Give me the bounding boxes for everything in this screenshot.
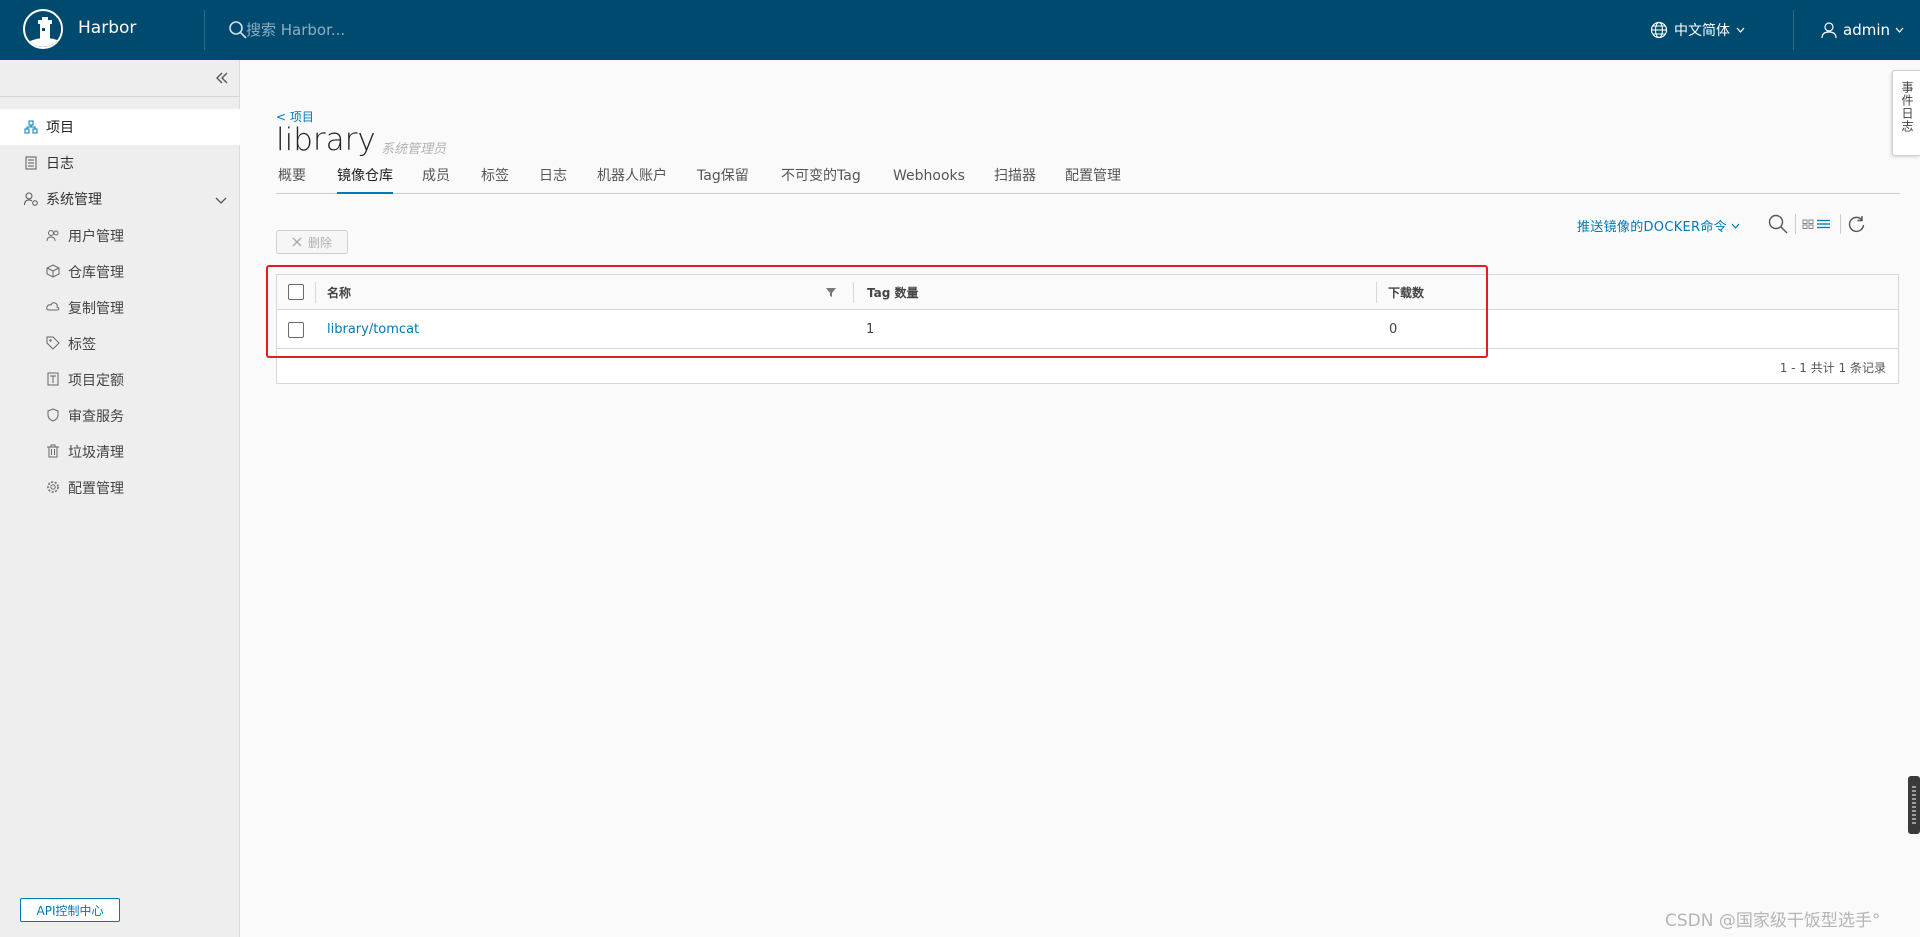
- sidebar-item-registries[interactable]: 仓库管理: [0, 253, 240, 289]
- sidebar-item-project-quotas[interactable]: 项目定额: [0, 361, 240, 397]
- sidebar-item-configuration[interactable]: 配置管理: [0, 469, 240, 505]
- delete-label: 删除: [307, 235, 332, 250]
- event-log-label: 事件日志: [1900, 81, 1914, 133]
- watermark: CSDN @国家级干饭型选手°: [1665, 911, 1881, 931]
- sidebar-item-label: 项目定额: [68, 373, 124, 389]
- sidebar-item-replication[interactable]: 复制管理: [0, 289, 240, 325]
- push-command-dropdown[interactable]: 推送镜像的DOCKER命令: [1577, 216, 1740, 235]
- sidebar-item-projects[interactable]: 项目: [0, 109, 240, 145]
- top-header: Harbor 中文简体 admin: [0, 0, 1920, 60]
- registries-icon: [46, 264, 60, 278]
- system-admin-icon: [24, 192, 38, 206]
- gear-icon: [46, 480, 60, 494]
- trash-icon: [46, 444, 60, 458]
- globe-icon: [1650, 21, 1668, 39]
- users-icon: [46, 228, 60, 242]
- highlight-annotation: [266, 265, 1488, 358]
- role-label: 系统管理员: [381, 142, 447, 157]
- chevron-down-icon: [1731, 223, 1740, 229]
- sidebar-item-garbage-collection[interactable]: 垃圾清理: [0, 433, 240, 469]
- sidebar-item-label: 标签: [68, 337, 96, 353]
- tag-icon: [46, 336, 60, 350]
- push-command-label: 推送镜像的DOCKER命令: [1577, 220, 1727, 235]
- sidebar-item-label: 垃圾清理: [68, 445, 124, 461]
- sidebar: 项目 日志 系统管理 用户管理 仓库管理 复制管理 标签 项目定额 审查服务 垃…: [0, 60, 240, 937]
- language-label: 中文简体: [1674, 23, 1730, 39]
- api-explorer-button[interactable]: API控制中心: [20, 898, 120, 922]
- refresh-icon[interactable]: [1846, 213, 1868, 235]
- delete-button[interactable]: 删除: [276, 230, 348, 254]
- tab-scanner[interactable]: 扫描器: [994, 166, 1036, 194]
- toolbar-divider: [1795, 214, 1796, 234]
- sidebar-item-system-admin[interactable]: 系统管理: [0, 181, 240, 217]
- tab-labels[interactable]: 标签: [481, 166, 509, 194]
- sidebar-item-label: 仓库管理: [68, 265, 124, 281]
- user-icon: [1821, 22, 1837, 39]
- header-divider: [204, 10, 205, 50]
- sidebar-item-label: 配置管理: [68, 481, 124, 497]
- tab-configuration[interactable]: 配置管理: [1065, 166, 1121, 194]
- page-title: library: [276, 122, 376, 158]
- tab-robot-accounts[interactable]: 机器人账户: [597, 166, 667, 194]
- sidebar-item-label: 系统管理: [46, 192, 102, 208]
- pagination-summary: 1 - 1 共计 1 条记录: [1779, 361, 1886, 375]
- project-tabs: 概要 镜像仓库 成员 标签 日志 机器人账户 Tag保留 不可变的Tag Web…: [276, 166, 1900, 194]
- sidebar-item-label: 项目: [46, 120, 74, 136]
- sidebar-divider: [0, 96, 240, 97]
- sidebar-item-logs[interactable]: 日志: [0, 145, 240, 181]
- event-log-panel-tab[interactable]: 事件日志: [1892, 70, 1920, 156]
- projects-icon: [24, 120, 38, 134]
- language-selector[interactable]: 中文简体: [1650, 18, 1745, 42]
- search-icon[interactable]: [1767, 213, 1789, 235]
- harbor-logo[interactable]: [23, 9, 63, 49]
- chevron-down-icon: [1895, 27, 1904, 33]
- sidebar-item-label: 日志: [46, 156, 74, 172]
- sidebar-item-users[interactable]: 用户管理: [0, 217, 240, 253]
- replication-icon: [46, 300, 60, 314]
- tab-immutable-tags[interactable]: 不可变的Tag: [781, 166, 861, 194]
- header-divider: [1793, 10, 1794, 50]
- tab-tag-retention[interactable]: Tag保留: [697, 166, 749, 194]
- side-drag-handle[interactable]: [1908, 776, 1920, 834]
- view-toggle-icon[interactable]: [1801, 213, 1833, 235]
- sidebar-item-interrogation-services[interactable]: 审查服务: [0, 397, 240, 433]
- search-icon[interactable]: [228, 20, 248, 40]
- toolbar-divider: [1840, 214, 1841, 234]
- app-name[interactable]: Harbor: [78, 18, 136, 38]
- quota-icon: [46, 372, 60, 386]
- collapse-sidebar-icon[interactable]: [212, 68, 232, 88]
- chevron-down-icon: [1736, 27, 1745, 33]
- sidebar-item-label: 复制管理: [68, 301, 124, 317]
- chevron-down-icon[interactable]: [215, 194, 227, 204]
- logs-icon: [24, 156, 38, 170]
- tab-summary[interactable]: 概要: [278, 166, 306, 194]
- sidebar-item-labels[interactable]: 标签: [0, 325, 240, 361]
- tab-repositories[interactable]: 镜像仓库: [337, 166, 393, 194]
- user-menu[interactable]: admin: [1820, 18, 1904, 42]
- tab-webhooks[interactable]: Webhooks: [893, 166, 965, 194]
- username: admin: [1843, 21, 1890, 39]
- close-icon: [292, 237, 302, 247]
- sidebar-item-label: 审查服务: [68, 409, 124, 425]
- sidebar-item-label: 用户管理: [68, 229, 124, 245]
- shield-icon: [46, 408, 60, 422]
- tab-members[interactable]: 成员: [422, 166, 450, 194]
- tab-logs[interactable]: 日志: [539, 166, 567, 194]
- search-input[interactable]: [246, 18, 546, 42]
